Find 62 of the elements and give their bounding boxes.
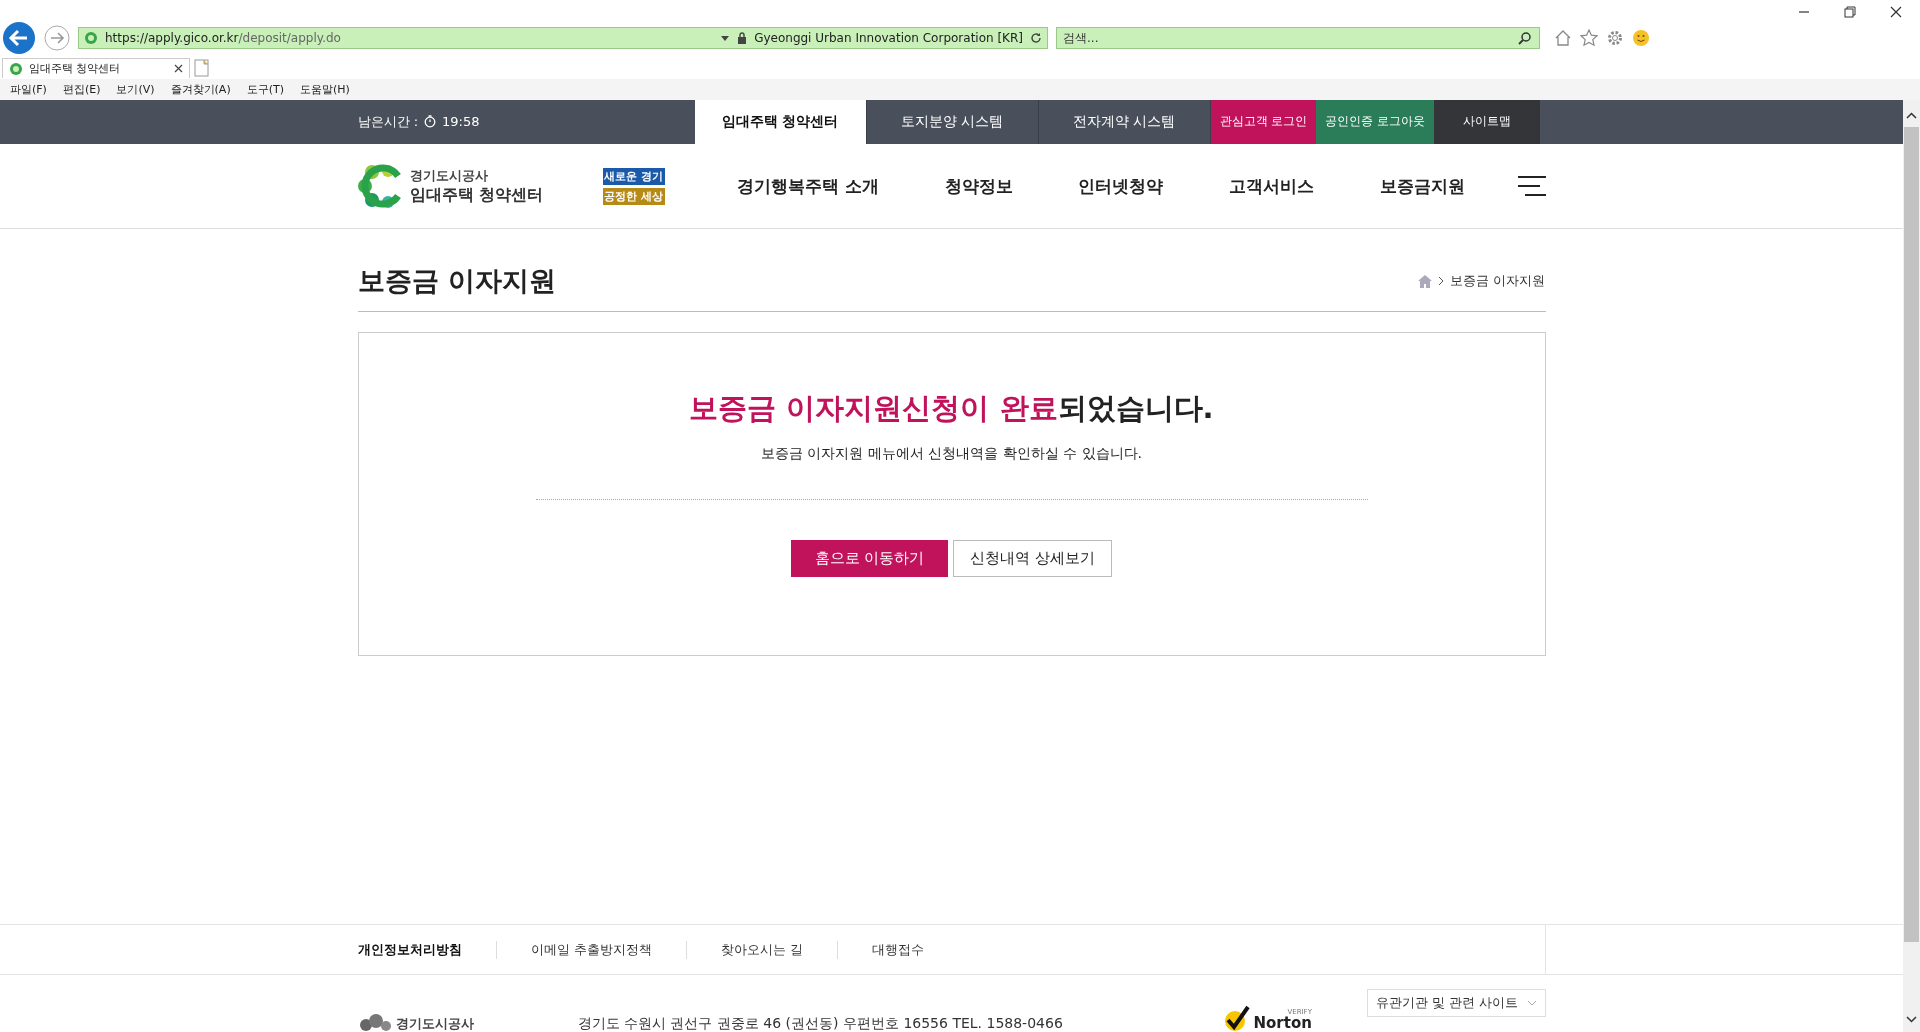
menu-item[interactable]: 도움말(H) bbox=[300, 82, 350, 97]
home-icon[interactable] bbox=[1554, 29, 1572, 47]
chevron-icon bbox=[1438, 276, 1445, 286]
related-sites-select[interactable]: 유관기관 및 관련 사이트 bbox=[1367, 989, 1546, 1017]
logo-icon bbox=[357, 1013, 392, 1032]
url-path: /deposit/apply.do bbox=[238, 31, 341, 45]
menu-icon[interactable] bbox=[1517, 175, 1546, 197]
menu-item[interactable]: 보기(V) bbox=[116, 82, 155, 97]
slogan-badge: 새로운 경기 공정한 세상 bbox=[602, 167, 665, 205]
back-icon[interactable] bbox=[2, 21, 36, 55]
smiley-icon[interactable] bbox=[1632, 29, 1650, 47]
timer-label: 남은시간 : bbox=[357, 112, 418, 131]
dropdown-icon[interactable] bbox=[720, 33, 731, 43]
system-tab[interactable]: 전자계약 시스템 bbox=[1038, 99, 1211, 144]
address-bar[interactable]: https://apply.gico.or.kr/deposit/apply.do Gyeonggi Urban Innovation Corporation [KR] bbox=[78, 27, 1048, 49]
refresh-icon[interactable] bbox=[1030, 32, 1042, 44]
menu-item[interactable]: 즐겨찾기(A) bbox=[170, 82, 231, 97]
site-identity: Gyeonggi Urban Innovation Corporation [KR] bbox=[754, 31, 1023, 45]
menu-item[interactable]: 도구(T) bbox=[246, 82, 284, 97]
system-tab[interactable]: 임대주택 청약센터 bbox=[694, 99, 867, 144]
nav-item[interactable]: 고객서비스 bbox=[1229, 174, 1315, 198]
timer-value: 19:58 bbox=[442, 114, 480, 129]
search-icon[interactable] bbox=[1518, 31, 1532, 45]
scrollbar[interactable] bbox=[1903, 99, 1920, 1032]
menu-item[interactable]: 편집(E) bbox=[62, 82, 101, 97]
close-icon[interactable] bbox=[174, 64, 183, 73]
lock-icon bbox=[737, 32, 748, 44]
tab-title: 임대주택 청약센터 bbox=[29, 61, 122, 76]
footer-address: 경기도 수원시 권선구 권중로 46 (권선동) 우편번호 16556 TEL. 1588-0466 bbox=[577, 1015, 1064, 1032]
system-tab[interactable]: 토지분양 시스템 bbox=[866, 99, 1039, 144]
nav-item[interactable]: 보증금지원 bbox=[1379, 174, 1465, 198]
utility-link[interactable]: 관심고객 로그인 bbox=[1210, 99, 1317, 144]
footer-link[interactable]: 이메일 추출방지정책 bbox=[495, 940, 686, 959]
footer-logo-text: 경기도시공사 bbox=[395, 1015, 474, 1032]
browser-tab[interactable]: 임대주택 청약센터 bbox=[2, 58, 190, 78]
footer-link[interactable]: 개인정보처리방침 bbox=[357, 940, 496, 959]
settings-icon[interactable] bbox=[1606, 29, 1624, 47]
site-icon bbox=[9, 61, 23, 76]
page-title: 보증금 이자지원 bbox=[357, 264, 556, 298]
utility-link[interactable]: 공인인증 로그아웃 bbox=[1316, 99, 1435, 144]
action-button[interactable]: 홈으로 이동하기 bbox=[791, 540, 948, 577]
nav-item[interactable]: 인터넷청약 bbox=[1078, 174, 1164, 198]
restore-icon[interactable] bbox=[1844, 6, 1856, 18]
utility-link[interactable]: 사이트맵 bbox=[1434, 99, 1541, 144]
url-host: https://apply.gico.or.kr bbox=[105, 31, 239, 45]
star-icon[interactable] bbox=[1580, 29, 1598, 47]
footer-link[interactable]: 찾아오시는 길 bbox=[685, 940, 837, 959]
nav-item[interactable]: 경기행복주택 소개 bbox=[737, 174, 880, 198]
search-field[interactable]: 검색... bbox=[1056, 27, 1540, 49]
menu-item[interactable]: 파일(F) bbox=[10, 82, 47, 97]
clock-icon bbox=[424, 115, 436, 128]
logo-text: 경기도시공사 bbox=[409, 166, 489, 185]
logo-text: 임대주택 청약센터 bbox=[409, 184, 544, 206]
chevron-down-icon bbox=[1526, 1000, 1537, 1006]
site-icon bbox=[84, 31, 98, 45]
breadcrumb-item[interactable]: 보증금 이자지원 bbox=[1450, 272, 1546, 290]
nav-item[interactable]: 청약정보 bbox=[944, 174, 1013, 198]
close-icon[interactable] bbox=[1890, 6, 1902, 18]
result-message: 보증금 이자지원 메뉴에서 신청내역을 확인하실 수 있습니다. bbox=[760, 445, 1143, 463]
action-button[interactable]: 신청내역 상세보기 bbox=[953, 540, 1112, 577]
result-headline: 보증금 이자지원신청이 완료되었습니다. bbox=[689, 390, 1214, 427]
footer-link[interactable]: 대행접수 bbox=[836, 940, 958, 959]
